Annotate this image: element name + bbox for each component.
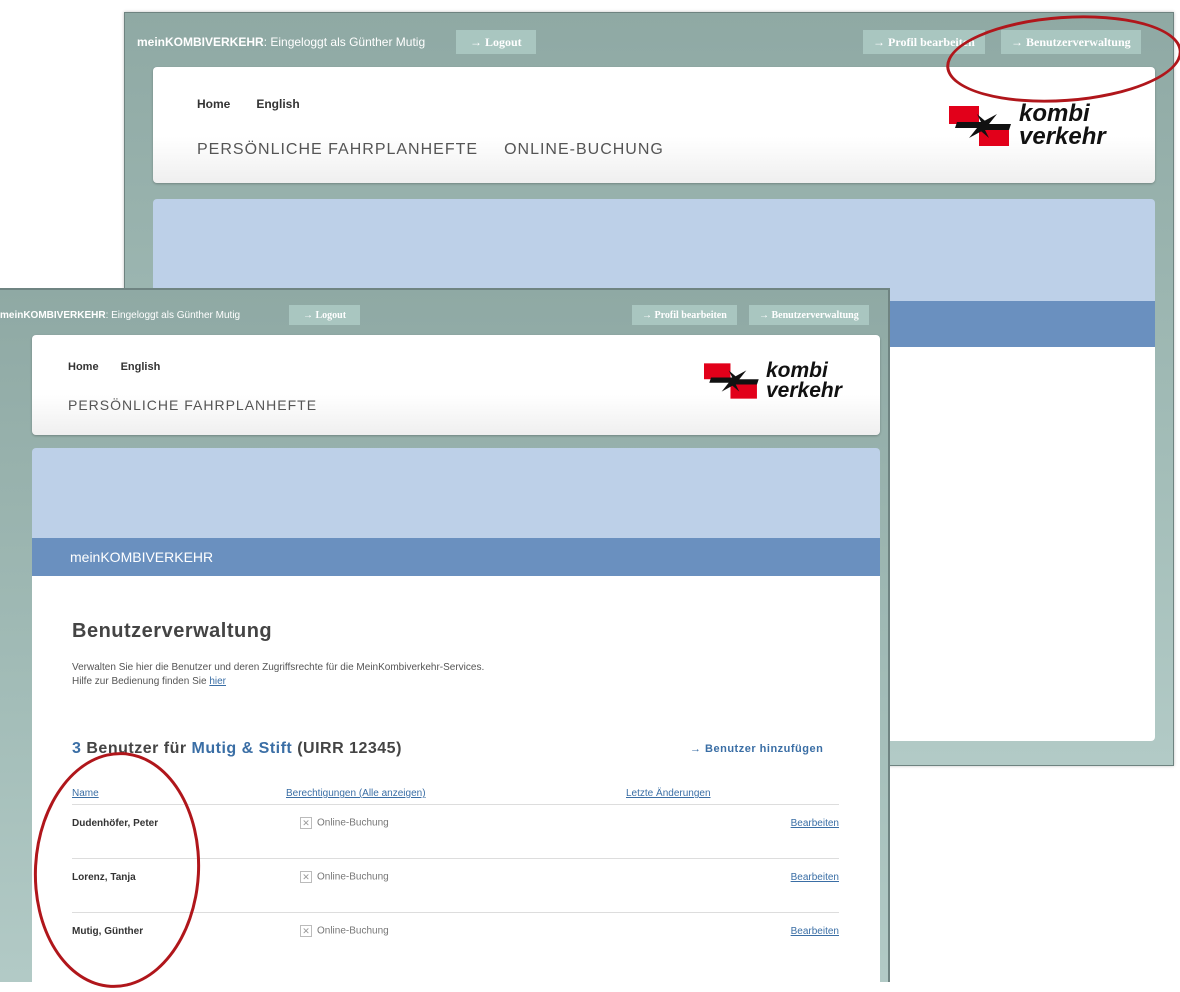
login-status: meinKOMBIVERKEHR: Eingeloggt als Günther… <box>137 35 425 49</box>
edit-link[interactable]: Bearbeiten <box>791 872 839 883</box>
front-topbar: meinKOMBIVERKEHR: Eingeloggt als Günther… <box>0 290 888 336</box>
permission-cell: ✕ Online-Buchung <box>300 925 389 937</box>
back-blue-banner <box>153 199 1155 301</box>
logout-button[interactable]: → Logout <box>456 30 536 54</box>
permission-label: Online-Buchung <box>317 817 389 829</box>
help-text: Hilfe zur Bedienung finden Sie hier <box>72 676 226 687</box>
user-count: 3 <box>72 740 82 757</box>
nav-booking[interactable]: ONLINE-BUCHUNG <box>504 141 664 159</box>
brand-label-front: meinKOMBIVERKEHR <box>0 310 106 321</box>
band-title: meinKOMBIVERKEHR <box>70 549 214 565</box>
intro-text: Verwalten Sie hier die Benutzer und dere… <box>72 662 485 673</box>
column-header-last-changes[interactable]: Letzte Änderungen <box>626 788 711 799</box>
kombiverkehr-logo-front: kombi verkehr <box>704 359 842 402</box>
nav-home-front[interactable]: Home <box>68 361 99 373</box>
edit-link[interactable]: Bearbeiten <box>791 926 839 937</box>
nav-home[interactable]: Home <box>197 97 230 111</box>
kombiverkehr-logo-icon-front <box>704 363 759 399</box>
nav-timetables[interactable]: PERSÖNLICHE FAHRPLANHEFTE <box>197 141 478 159</box>
front-header-card: Home English PERSÖNLICHE FAHRPLANHEFTE k… <box>32 335 880 435</box>
permission-label: Online-Buchung <box>317 925 389 937</box>
profile-button-front[interactable]: → Profil bearbeiten <box>632 305 737 325</box>
help-link[interactable]: hier <box>209 676 226 687</box>
login-text: : Eingeloggt als Günther Mutig <box>263 35 426 49</box>
checkbox-icon[interactable]: ✕ <box>300 817 312 829</box>
help-prefix: Hilfe zur Bedienung finden Sie <box>72 676 207 687</box>
nav-english-front[interactable]: English <box>121 361 161 373</box>
logout-button-front[interactable]: → Logout <box>289 305 361 325</box>
add-user-link[interactable]: → Benutzer hinzufügen <box>690 743 823 755</box>
user-management-button-front[interactable]: → Benutzerverwaltung <box>749 305 869 325</box>
uirr-number: (UIRR 12345) <box>297 740 402 757</box>
front-blue-banner <box>32 448 880 538</box>
company-name: Mutig & Stift <box>191 740 293 757</box>
page-title: Benutzerverwaltung <box>72 620 273 642</box>
brand-label: meinKOMBIVERKEHR <box>137 35 264 49</box>
nav-english[interactable]: English <box>256 97 299 111</box>
kombiverkehr-logo: kombi verkehr <box>949 102 1106 150</box>
kombiverkehr-logo-icon <box>949 105 1011 146</box>
login-text-front: : Eingeloggt als Günther Mutig <box>105 310 241 321</box>
logo-text-line2: verkehr <box>1019 122 1106 150</box>
permission-label: Online-Buchung <box>317 871 389 883</box>
column-header-permissions[interactable]: Berechtigungen (Alle anzeigen) <box>286 788 426 799</box>
checkbox-icon[interactable]: ✕ <box>300 925 312 937</box>
checkbox-icon[interactable]: ✕ <box>300 871 312 883</box>
logo-text-line1-front: kombi <box>766 359 828 383</box>
band-shine <box>172 576 772 582</box>
nav-timetables-front[interactable]: PERSÖNLICHE FAHRPLANHEFTE <box>68 397 317 413</box>
edit-link[interactable]: Bearbeiten <box>791 818 839 829</box>
logo-text-line2-front: verkehr <box>766 379 842 402</box>
permission-cell: ✕ Online-Buchung <box>300 871 389 883</box>
login-status-front: meinKOMBIVERKEHR: Eingeloggt als Günther… <box>0 310 240 321</box>
permission-cell: ✕ Online-Buchung <box>300 817 389 829</box>
front-title-band: meinKOMBIVERKEHR <box>32 538 880 576</box>
